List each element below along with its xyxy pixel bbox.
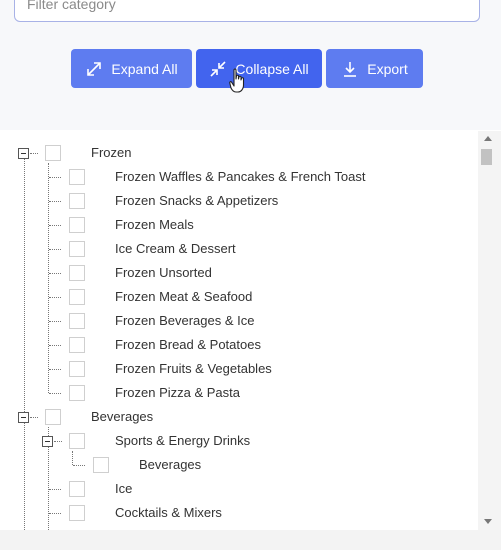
tree-connector — [72, 451, 73, 465]
tree-label-frozen-pizza: Frozen Pizza & Pasta — [115, 385, 240, 400]
tree-connector — [49, 273, 61, 274]
category-tree: Frozen Frozen Waffles & Pancakes & Frenc… — [0, 131, 478, 550]
collapse-all-label: Collapse All — [235, 60, 309, 77]
tree-label-frozen-unsorted: Frozen Unsorted — [115, 265, 212, 280]
tree-connector — [24, 153, 25, 550]
tree-label-ice: Ice — [115, 481, 133, 496]
export-button[interactable]: Export — [326, 49, 423, 88]
collapse-icon — [210, 60, 226, 77]
filter-category-input[interactable] — [14, 0, 480, 22]
scroll-up-icon[interactable] — [484, 136, 492, 141]
checkbox-frozen[interactable] — [45, 145, 61, 161]
bottom-border — [0, 530, 501, 550]
tree-connector — [49, 201, 61, 202]
checkbox-beverages[interactable] — [45, 409, 61, 425]
checkbox-frozen-waffles[interactable] — [69, 169, 85, 185]
collapse-toggle-frozen[interactable] — [18, 148, 29, 159]
tree-connector — [48, 163, 49, 393]
tree-label-frozen-meals: Frozen Meals — [115, 217, 194, 232]
tree-label-cocktails: Cocktails & Mixers — [115, 505, 222, 520]
tree-label-frozen: Frozen — [91, 145, 132, 160]
tree-label-frozen-bread: Frozen Bread & Potatoes — [115, 337, 261, 352]
checkbox-ice[interactable] — [69, 481, 85, 497]
checkbox-frozen-fruits[interactable] — [69, 361, 85, 377]
tree-connector — [49, 177, 61, 178]
checkbox-frozen-meals[interactable] — [69, 217, 85, 233]
tree-label-frozen-meat: Frozen Meat & Seafood — [115, 289, 253, 304]
collapse-toggle-beverages[interactable] — [18, 412, 29, 423]
checkbox-frozen-pizza[interactable] — [69, 385, 85, 401]
tree-label-beverages: Beverages — [91, 409, 154, 424]
checkbox-ice-cream[interactable] — [69, 241, 85, 257]
checkbox-sports-beverages[interactable] — [93, 457, 109, 473]
tree-connector — [49, 345, 61, 346]
checkbox-cocktails[interactable] — [69, 505, 85, 521]
checkbox-frozen-beverages[interactable] — [69, 313, 85, 329]
toolbar-panel: Expand All Collapse All Export — [0, 0, 501, 130]
tree-connector — [49, 513, 61, 514]
tree-connector — [30, 153, 38, 154]
tree-connector — [49, 393, 61, 394]
expand-icon — [87, 61, 102, 76]
tree-label-sports-beverages: Beverages — [139, 457, 202, 472]
tree-connector — [49, 225, 61, 226]
checkbox-sports-energy[interactable] — [69, 433, 85, 449]
tree-label-ice-cream: Ice Cream & Dessert — [115, 241, 236, 256]
tree-scrollbar[interactable] — [478, 131, 501, 550]
tree-connector — [49, 369, 61, 370]
collapse-toggle-sports-energy[interactable] — [42, 436, 53, 447]
tree-connector — [49, 321, 61, 322]
tree-connector — [54, 441, 62, 442]
tree-connector — [30, 417, 38, 418]
tree-label-frozen-beverages: Frozen Beverages & Ice — [115, 313, 255, 328]
tree-label-frozen-snacks: Frozen Snacks & Appetizers — [115, 193, 279, 208]
checkbox-frozen-snacks[interactable] — [69, 193, 85, 209]
checkbox-frozen-bread[interactable] — [69, 337, 85, 353]
tree-connector — [49, 249, 61, 250]
expand-all-button[interactable]: Expand All — [71, 49, 192, 88]
collapse-all-button[interactable]: Collapse All — [196, 49, 322, 88]
expand-all-label: Expand All — [111, 60, 178, 77]
checkbox-frozen-meat[interactable] — [69, 289, 85, 305]
checkbox-frozen-unsorted[interactable] — [69, 265, 85, 281]
export-label: Export — [367, 60, 408, 77]
tree-label-frozen-waffles: Frozen Waffles & Pancakes & French Toast — [115, 169, 366, 184]
scroll-down-icon[interactable] — [484, 519, 492, 524]
scroll-thumb[interactable] — [481, 149, 492, 165]
tree-label-frozen-fruits: Frozen Fruits & Vegetables — [115, 361, 272, 376]
download-icon — [344, 61, 357, 77]
tree-connector — [73, 465, 85, 466]
tree-connector — [49, 489, 61, 490]
tree-connector — [49, 297, 61, 298]
tree-label-sports-energy: Sports & Energy Drinks — [115, 433, 251, 448]
